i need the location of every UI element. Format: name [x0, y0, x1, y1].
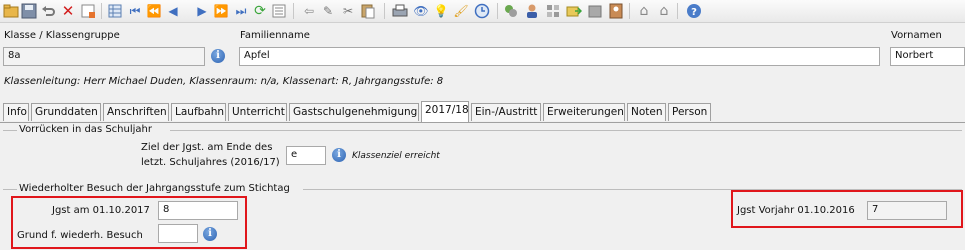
tab-bar: Info Grunddaten Anschriften Laufbahn Unt…	[0, 100, 965, 123]
preview-icon[interactable]: 👁	[413, 3, 429, 19]
edit-icon[interactable]: ✎	[320, 3, 336, 19]
klasse-field[interactable]: 8a	[3, 47, 205, 66]
tab-2017-18[interactable]: 2017/18	[421, 101, 469, 122]
grid2-icon[interactable]	[545, 3, 561, 19]
group-line	[3, 189, 17, 190]
back-arrow-icon[interactable]: ⇦	[301, 3, 317, 19]
highlight-box	[11, 196, 247, 249]
vorruecken-group-label: Vorrücken in das Schuljahr	[19, 124, 152, 135]
cut-icon[interactable]: ✂	[340, 3, 356, 19]
tab-person[interactable]: Person	[668, 103, 711, 121]
class-info-text: Klassenleitung: Herr Michael Duden, Klas…	[4, 76, 444, 87]
modules-icon[interactable]	[503, 3, 519, 19]
familienname-label: Familienname	[240, 30, 310, 41]
paste-icon[interactable]	[360, 3, 376, 19]
archive-icon[interactable]	[587, 3, 603, 19]
group-line	[3, 130, 17, 131]
help-icon[interactable]: ?	[686, 3, 702, 19]
undo-icon[interactable]	[40, 3, 56, 19]
open-folder-icon[interactable]	[3, 3, 19, 19]
grid-icon[interactable]	[107, 3, 123, 19]
home-icon[interactable]: ⌂	[636, 3, 652, 19]
tab-grunddaten[interactable]: Grunddaten	[31, 103, 101, 121]
highlight-box	[731, 190, 963, 228]
ziel-hint: Klassenziel erreicht	[352, 151, 440, 161]
tab-erweiterungen[interactable]: Erweiterungen	[543, 103, 625, 121]
last-record-icon[interactable]: ⏭	[233, 3, 249, 19]
record-icon[interactable]	[80, 3, 96, 19]
tab-unterricht[interactable]: Unterricht	[228, 103, 287, 121]
delete-icon[interactable]: ✕	[60, 3, 76, 19]
info-icon[interactable]: i	[332, 148, 346, 162]
print-icon[interactable]	[392, 3, 408, 19]
user-icon[interactable]	[524, 3, 540, 19]
refresh-icon[interactable]: ⟳	[252, 3, 268, 19]
tab-ein-austritt[interactable]: Ein-/Austritt	[471, 103, 541, 121]
home2-icon[interactable]: ⌂	[656, 3, 672, 19]
ziel-label-line1: Ziel der Jgst. am Ende des	[141, 142, 273, 153]
idea-icon[interactable]: 💡	[433, 3, 449, 19]
list-icon[interactable]	[271, 3, 287, 19]
brush-icon[interactable]: 🖌	[453, 3, 469, 19]
tab-info[interactable]: Info	[3, 103, 29, 121]
info-icon[interactable]: i	[211, 49, 225, 63]
tab-noten[interactable]: Noten	[627, 103, 666, 121]
person-card-icon[interactable]	[608, 3, 624, 19]
toolbar: ✕ ⏮ ⏪ ◀ ▶ ⏩ ⏭ ⟳ ⇦ ✎ ✂ 👁 💡 🖌 ⌂ ⌂ ?	[0, 0, 965, 23]
ziel-field[interactable]: e	[286, 146, 326, 165]
tab-anschriften[interactable]: Anschriften	[103, 103, 169, 121]
tab-laufbahn[interactable]: Laufbahn	[171, 103, 226, 121]
previous-record-icon[interactable]: ◀	[165, 3, 181, 19]
svg-text:?: ?	[691, 7, 697, 18]
klasse-label: Klasse / Klassengruppe	[4, 30, 120, 41]
save-icon[interactable]	[21, 3, 37, 19]
ziel-label-line2: letzt. Schuljahres (2016/17)	[141, 157, 280, 168]
clock-icon[interactable]	[474, 3, 490, 19]
previous-page-icon[interactable]: ⏪	[146, 3, 162, 19]
export-icon[interactable]	[566, 3, 582, 19]
familienname-field[interactable]: Apfel	[239, 47, 880, 66]
next-page-icon[interactable]: ⏩	[213, 3, 229, 19]
tab-gastschulgenehmigung[interactable]: Gastschulgenehmigung	[289, 103, 419, 121]
wiederholter-group-label: Wiederholter Besuch der Jahrgangsstufe z…	[19, 183, 290, 194]
next-record-icon[interactable]: ▶	[194, 3, 210, 19]
vornamen-field[interactable]: Norbert	[890, 47, 965, 66]
vornamen-label: Vornamen	[891, 30, 942, 41]
first-record-icon[interactable]: ⏮	[127, 3, 143, 19]
group-line	[170, 130, 962, 131]
